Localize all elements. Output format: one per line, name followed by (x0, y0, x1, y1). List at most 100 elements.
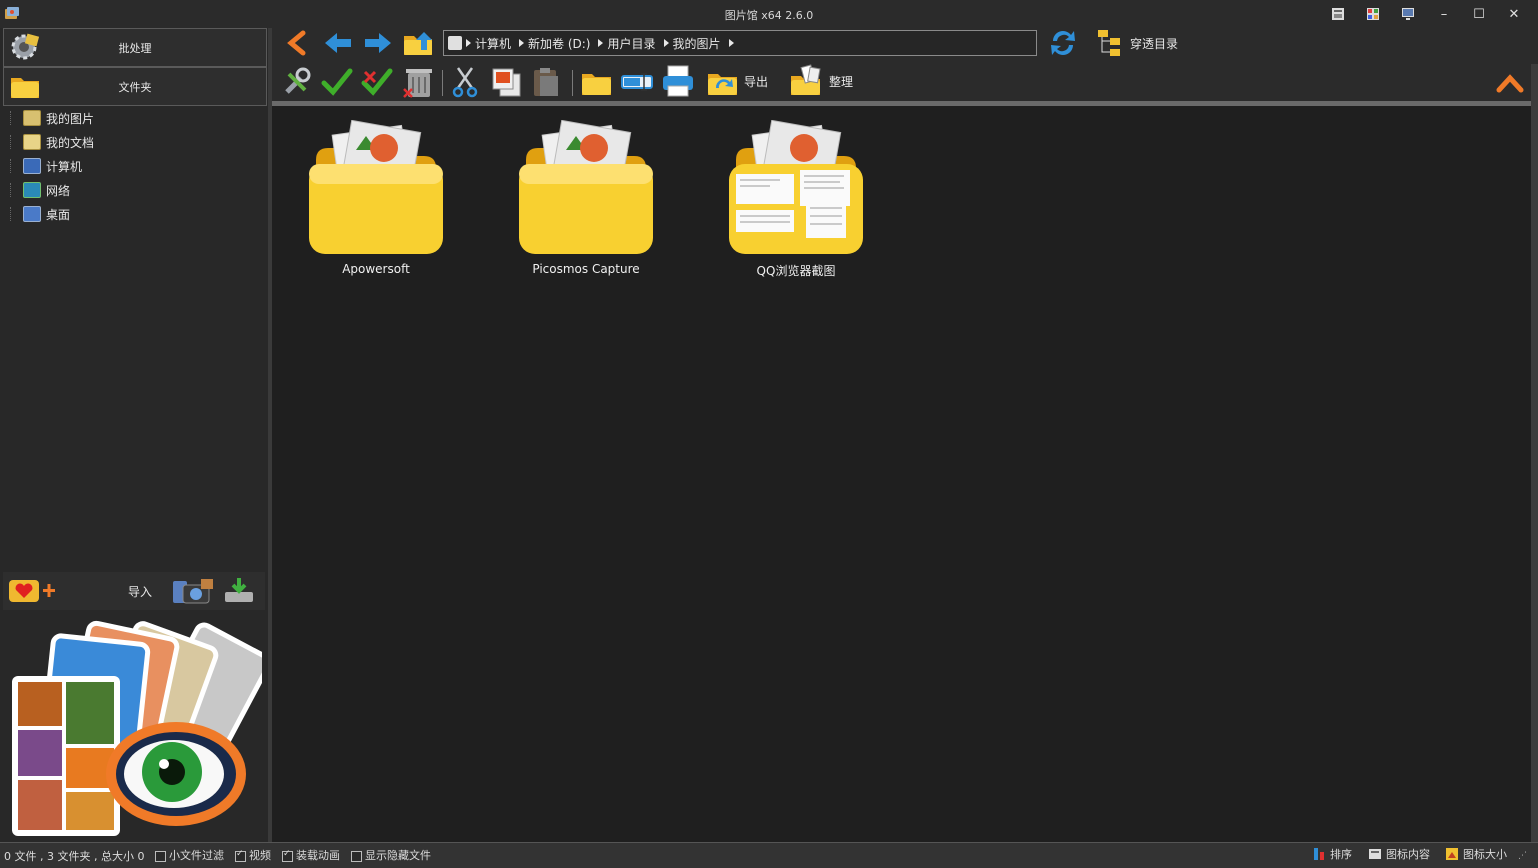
batch-label: 批处理 (118, 42, 152, 55)
address-bar[interactable]: 计算机 新加卷 (D:) 用户目录 我的图片 (443, 30, 1037, 56)
status-bar: 0 文件 , 3 文件夹 , 总大小 0 小文件过滤 视频 装载动画 显示隐藏文… (0, 842, 1538, 868)
title-bar: 图片馆 x64 2.6.0 – ☐ ✕ (0, 0, 1538, 28)
status-summary: 0 文件 , 3 文件夹 , 总大小 0 (4, 850, 145, 863)
export-icon (708, 74, 737, 95)
camera-import-icon[interactable] (171, 575, 217, 607)
collapse-up-icon[interactable] (1496, 70, 1524, 94)
sort-button[interactable]: 排序 (1312, 846, 1352, 862)
tree-label: 桌面 (46, 207, 71, 222)
minimize-button[interactable]: – (1432, 4, 1456, 24)
documents-folder-icon (23, 134, 41, 150)
favorite-add-icon[interactable] (7, 576, 57, 606)
through-dir-label: 穿透目录 (1130, 36, 1179, 51)
vertical-scrollbar[interactable] (1531, 64, 1538, 842)
paste-icon[interactable] (530, 66, 562, 98)
sort-label: 排序 (1330, 848, 1352, 861)
toolbar-separator (572, 70, 573, 96)
folder-label: 文件夹 (118, 81, 152, 94)
organize-button[interactable]: 整理 (789, 64, 859, 98)
thumbnail-area: Apowersoft Picosmos Capture QQ浏览器截图 (272, 106, 1531, 842)
layout2-icon[interactable] (1361, 4, 1385, 24)
show-hidden-checkbox[interactable]: 显示隐藏文件 (351, 847, 431, 863)
breadcrumb-user-dir[interactable]: 用户目录 (607, 35, 655, 52)
tools-icon[interactable] (281, 66, 313, 98)
organize-icon (791, 64, 821, 95)
left-panel: 批处理 文件夹 我的图片 我的文档 计算机 网络 桌面 导入 (0, 28, 272, 842)
maximize-button[interactable]: ☐ (1467, 4, 1491, 24)
export-button[interactable]: 导出 (706, 64, 776, 98)
desktop-icon (23, 206, 41, 222)
computer-icon (23, 158, 41, 174)
icon-content-icon (1369, 849, 1381, 859)
breadcrumb-computer[interactable]: 计算机 (475, 35, 511, 52)
screenshot-folder-icon (729, 120, 863, 254)
folder-thumbnail[interactable]: Apowersoft (276, 116, 476, 286)
photo-folder-icon (519, 120, 653, 254)
back-button[interactable] (323, 31, 353, 55)
parent-folder-button[interactable] (402, 28, 436, 58)
checkbox-box[interactable] (282, 849, 293, 862)
tree-item-documents[interactable]: 我的文档 (10, 131, 94, 153)
tree-item-desktop[interactable]: 桌面 (10, 203, 70, 225)
export-label: 导出 (744, 74, 769, 89)
import-strip: 导入 (3, 572, 265, 610)
tree-item-pictures[interactable]: 我的图片 (10, 107, 94, 129)
tree-label: 我的文档 (46, 135, 95, 150)
tree-label: 计算机 (46, 159, 83, 174)
small-file-filter-checkbox[interactable]: 小文件过滤 (155, 847, 224, 863)
icon-size-label: 图标大小 (1463, 848, 1507, 861)
photo-folder-icon (309, 120, 443, 254)
breadcrumb-my-pictures[interactable]: 我的图片 (673, 35, 721, 52)
breadcrumb-drive[interactable]: 新加卷 (D:) (528, 35, 590, 52)
cut-icon[interactable] (450, 66, 480, 98)
checkbox-box[interactable] (351, 850, 362, 862)
icon-content-label: 图标内容 (1386, 848, 1430, 861)
pictures-folder-icon (23, 110, 41, 126)
monitor-icon[interactable] (1396, 4, 1420, 24)
batch-process-button[interactable]: 批处理 (3, 28, 267, 67)
folder-name: QQ浏览器截图 (756, 264, 836, 278)
download-drive-icon[interactable] (221, 576, 257, 606)
folder-mode-button[interactable]: 文件夹 (3, 67, 267, 106)
copy-icon[interactable] (490, 66, 522, 98)
load-animation-label: 装载动画 (296, 849, 340, 862)
folder-tree-icon (1098, 30, 1120, 56)
folder-name: Apowersoft (342, 262, 410, 276)
folder-thumbnail[interactable]: Picosmos Capture (486, 116, 686, 286)
import-label[interactable]: 导入 (128, 583, 152, 600)
rename-icon[interactable] (620, 66, 654, 98)
through-dir-button[interactable]: 穿透目录 (1096, 27, 1196, 59)
layout1-icon[interactable] (1326, 4, 1350, 24)
video-label: 视频 (249, 849, 271, 862)
resize-grip-icon[interactable]: ⋰ (1518, 851, 1527, 861)
video-checkbox[interactable]: 视频 (235, 847, 271, 863)
back-orange-icon[interactable] (283, 29, 311, 57)
icon-size-button[interactable]: 图标大小 (1445, 846, 1507, 862)
delete-icon[interactable] (402, 65, 434, 99)
tree-label: 网络 (46, 183, 71, 198)
new-folder-icon[interactable] (580, 66, 614, 98)
check-icon[interactable] (321, 66, 353, 98)
load-animation-checkbox[interactable]: 装载动画 (282, 847, 340, 863)
folder-thumbnail[interactable]: QQ浏览器截图 (696, 116, 896, 286)
refresh-button[interactable] (1047, 27, 1079, 59)
checkbox-box[interactable] (155, 850, 166, 862)
small-file-filter-label: 小文件过滤 (169, 849, 224, 862)
checkbox-box[interactable] (235, 849, 246, 862)
network-icon (23, 182, 41, 198)
tree-item-computer[interactable]: 计算机 (10, 155, 82, 177)
window-title: 图片馆 x64 2.6.0 (724, 9, 814, 22)
sort-icon (1314, 848, 1324, 860)
drive-icon (448, 36, 462, 50)
folder-name: Picosmos Capture (532, 262, 640, 276)
tree-label: 我的图片 (46, 111, 95, 126)
forward-button[interactable] (363, 31, 393, 55)
icon-content-button[interactable]: 图标内容 (1368, 846, 1430, 862)
icon-size-icon (1446, 848, 1458, 860)
app-logo (8, 614, 272, 840)
show-hidden-label: 显示隐藏文件 (365, 849, 431, 862)
print-icon[interactable] (660, 64, 696, 98)
uncheck-icon[interactable] (361, 66, 393, 98)
close-button[interactable]: ✕ (1502, 4, 1526, 24)
tree-item-network[interactable]: 网络 (10, 179, 70, 201)
